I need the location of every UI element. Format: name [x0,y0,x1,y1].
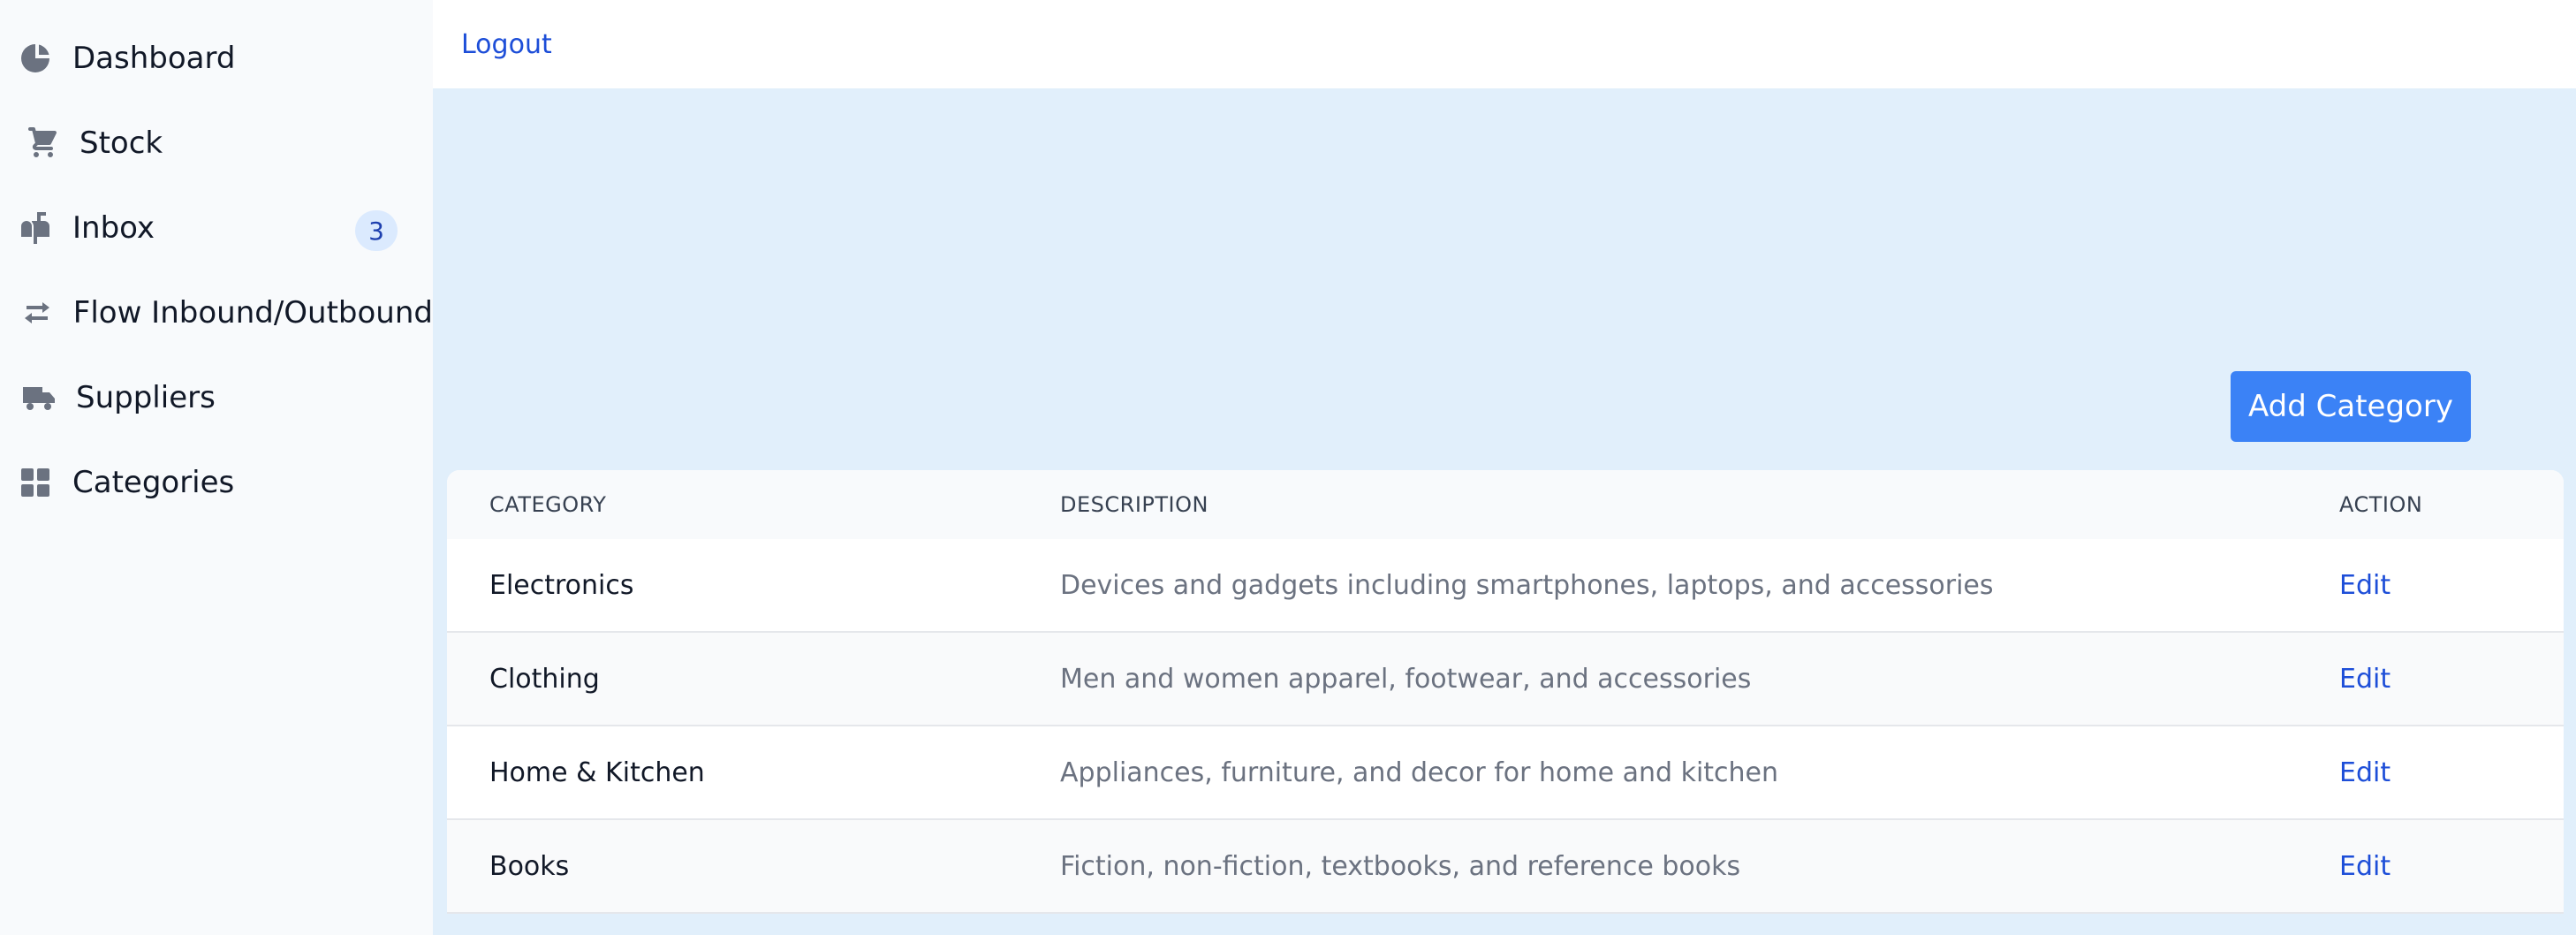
pie-chart-icon [16,39,55,78]
sidebar-item-categories[interactable]: Categories [0,440,433,525]
sidebar: Dashboard Stock Inbox 3 Flow Inbound/Out… [0,0,433,935]
category-cell: Books [489,850,570,882]
sidebar-item-flow[interactable]: Flow Inbound/Outbound [0,270,433,355]
edit-link[interactable]: Edit [2339,851,2390,882]
categories-table: CATEGORY DESCRIPTION ACTION Electronics … [447,470,2564,914]
table-row: Clothing Men and women apparel, footwear… [447,633,2564,726]
content-panel: Add Category CATEGORY DESCRIPTION ACTION… [433,88,2576,935]
category-cell: Clothing [489,663,600,695]
column-header-category: CATEGORY [489,492,607,517]
app-root: Dashboard Stock Inbox 3 Flow Inbound/Out… [0,0,2576,935]
inbox-count-badge: 3 [355,210,398,251]
column-header-action: ACTION [2339,492,2423,517]
sidebar-item-dashboard[interactable]: Dashboard [0,16,433,101]
description-cell: Devices and gadgets including smartphone… [1060,569,1994,601]
sidebar-item-label: Suppliers [76,380,216,415]
category-cell: Electronics [489,569,634,601]
sidebar-item-inbox[interactable]: Inbox 3 [0,186,433,270]
column-header-description: DESCRIPTION [1060,492,1208,517]
mailbox-icon [16,209,55,247]
description-cell: Appliances, furniture, and decor for hom… [1060,756,1779,788]
logout-link[interactable]: Logout [461,29,552,60]
sidebar-item-stock[interactable]: Stock [0,101,433,186]
sidebar-item-suppliers[interactable]: Suppliers [0,355,433,440]
table-header: CATEGORY DESCRIPTION ACTION [447,470,2564,539]
cart-icon [23,124,62,163]
edit-link[interactable]: Edit [2339,664,2390,695]
add-category-button[interactable]: Add Category [2231,371,2471,442]
top-bar: Logout [433,0,2576,88]
arrows-exchange-icon [19,293,56,332]
main-area: Logout Add Category CATEGORY DESCRIPTION… [433,0,2576,935]
toolbar: Add Category [447,88,2564,470]
sidebar-item-label: Inbox [72,210,155,246]
table-row: Books Fiction, non-fiction, textbooks, a… [447,820,2564,914]
truck-icon [19,378,58,417]
table-body: Electronics Devices and gadgets includin… [447,539,2564,914]
grid-icon [16,463,55,502]
table-row: Electronics Devices and gadgets includin… [447,539,2564,633]
table-row: Home & Kitchen Appliances, furniture, an… [447,726,2564,820]
sidebar-item-label: Flow Inbound/Outbound [72,295,433,331]
sidebar-item-label: Dashboard [72,41,236,76]
category-cell: Home & Kitchen [489,756,705,788]
edit-link[interactable]: Edit [2339,757,2390,788]
edit-link[interactable]: Edit [2339,570,2390,601]
sidebar-item-label: Stock [80,125,163,161]
description-cell: Men and women apparel, footwear, and acc… [1060,663,1752,695]
sidebar-item-label: Categories [72,465,235,500]
description-cell: Fiction, non-fiction, textbooks, and ref… [1060,850,1741,882]
